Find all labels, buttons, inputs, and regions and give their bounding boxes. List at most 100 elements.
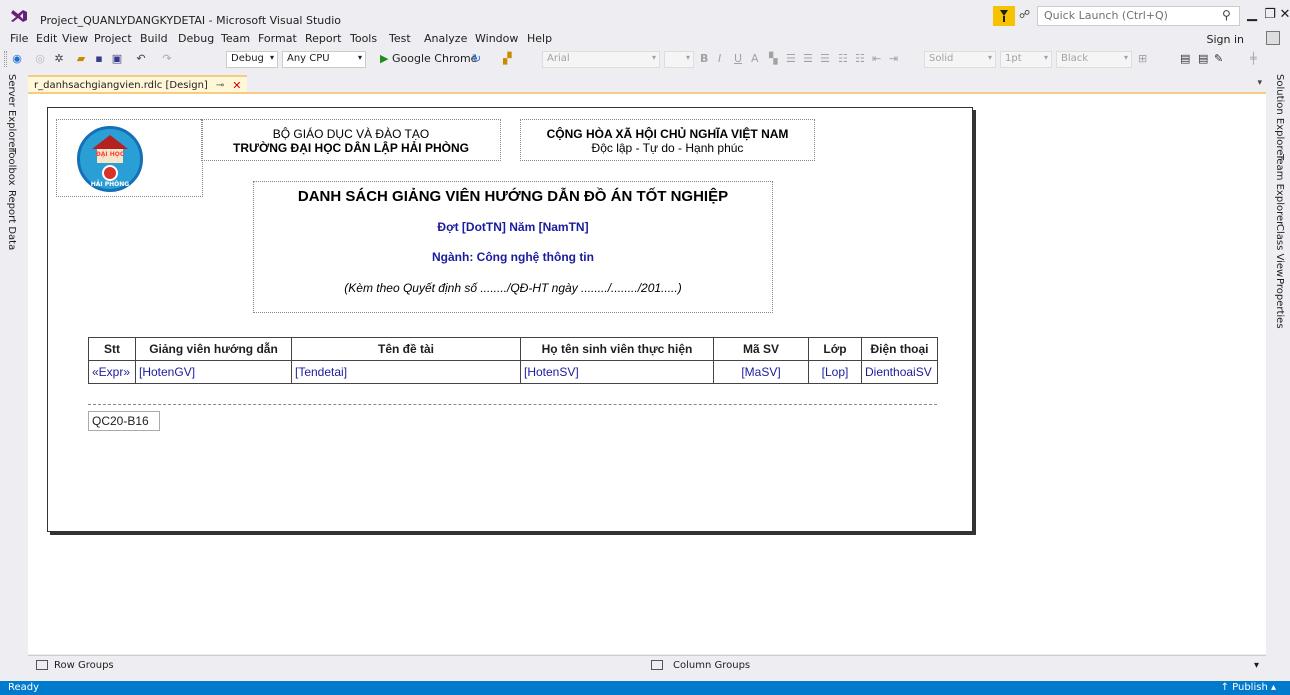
save-all-icon[interactable]: ▣: [110, 52, 124, 66]
republic-header-box[interactable]: CỘNG HÒA XÃ HỘI CHỦ NGHĨA VIỆT NAM Độc l…: [520, 119, 815, 161]
align-right-icon[interactable]: ☰: [820, 52, 830, 65]
bold-icon[interactable]: B: [700, 52, 708, 65]
menu-tools[interactable]: Tools: [350, 32, 377, 45]
grouping-dropdown-icon[interactable]: ▾: [1254, 660, 1259, 671]
team-explorer-tab[interactable]: Team Explorer: [1274, 154, 1285, 225]
report-properties-icon[interactable]: ▤: [1180, 52, 1190, 65]
column-header[interactable]: Điện thoại: [861, 337, 938, 361]
minimize-icon[interactable]: ▁: [1244, 7, 1260, 23]
menu-window[interactable]: Window: [475, 32, 518, 45]
menu-edit[interactable]: Edit: [36, 32, 57, 45]
italic-icon[interactable]: I: [718, 52, 721, 65]
quick-launch-input[interactable]: Quick Launch (Ctrl+Q): [1037, 6, 1240, 26]
font-select[interactable]: Arial ▾: [542, 51, 660, 68]
browser-link-icon[interactable]: ▞: [503, 52, 511, 65]
sign-in-link[interactable]: Sign in: [1206, 33, 1244, 46]
chevron-down-icon: ▾: [685, 53, 690, 62]
refresh-icon[interactable]: ↻: [472, 52, 481, 65]
restore-icon[interactable]: ❐: [1262, 7, 1278, 23]
open-file-icon[interactable]: ▰: [74, 52, 88, 66]
lecturer-table[interactable]: Stt Giảng viên hướng dẫn Tên đề tài Họ t…: [88, 337, 938, 384]
report-data-tab[interactable]: Report Data: [6, 190, 17, 250]
visual-studio-logo-icon: [11, 10, 27, 22]
column-header[interactable]: Họ tên sinh viên thực hiện: [520, 337, 714, 361]
toolbar-grip[interactable]: [4, 51, 7, 67]
column-header[interactable]: Tên đề tài: [291, 337, 521, 361]
save-icon[interactable]: ▪: [92, 52, 106, 66]
server-explorer-tab[interactable]: Server Explorer: [6, 74, 17, 152]
pin-icon[interactable]: ⊸: [216, 80, 224, 91]
menu-build[interactable]: Build: [140, 32, 168, 45]
account-icon[interactable]: [1266, 31, 1280, 45]
row-groups-label[interactable]: Row Groups: [54, 660, 114, 671]
font-color-icon[interactable]: A: [751, 52, 759, 65]
column-header[interactable]: Mã SV: [713, 337, 809, 361]
redo-icon[interactable]: ↷: [160, 52, 174, 66]
solution-explorer-tab[interactable]: Solution Explorer: [1274, 74, 1285, 160]
menu-format[interactable]: Format: [258, 32, 297, 45]
footer-code-textbox[interactable]: QC20-B16: [88, 411, 160, 431]
align-left-icon[interactable]: ☰: [786, 52, 796, 65]
status-bar: Ready ↑ Publish ▴: [0, 681, 1290, 695]
border-width-select[interactable]: 1pt ▾: [1000, 51, 1052, 68]
run-target-button[interactable]: Google Chrome: [392, 52, 477, 65]
school-header-box[interactable]: BỘ GIÁO DỤC VÀ ĐÀO TẠO TRƯỜNG ĐẠI HỌC DÂ…: [201, 119, 501, 161]
class-view-tab[interactable]: Class View: [1274, 224, 1285, 277]
grid-icon[interactable]: ╪: [1250, 52, 1257, 65]
underline-icon[interactable]: U: [734, 52, 742, 65]
bullet-list-icon[interactable]: ☷: [855, 52, 865, 65]
report-tool-icon[interactable]: ✎: [1214, 52, 1223, 65]
numbered-list-icon[interactable]: ☷: [838, 52, 848, 65]
publish-button[interactable]: ↑ Publish ▴: [1221, 682, 1276, 693]
increase-indent-icon[interactable]: ⇥: [889, 52, 898, 65]
background-color-icon[interactable]: ▚: [769, 52, 777, 65]
menu-team[interactable]: Team: [221, 32, 250, 45]
table-cell[interactable]: [HotenGV]: [135, 360, 292, 384]
table-cell[interactable]: [HotenSV]: [520, 360, 714, 384]
close-window-icon[interactable]: ✕: [1277, 7, 1290, 23]
notification-flag-icon[interactable]: [993, 6, 1015, 26]
tab-dropdown-icon[interactable]: ▾: [1257, 78, 1262, 88]
title-block-box[interactable]: DANH SÁCH GIẢNG VIÊN HƯỚNG DẪN ĐỒ ÁN TỐT…: [253, 181, 773, 313]
border-color-select[interactable]: Black ▾: [1056, 51, 1132, 68]
back-icon[interactable]: ◉: [10, 52, 24, 66]
align-center-icon[interactable]: ☰: [803, 52, 813, 65]
report-body[interactable]: ĐẠI HỌC HẢI PHÒNG BỘ GIÁO DỤC VÀ ĐÀO TẠO…: [47, 107, 973, 532]
column-header[interactable]: Lớp: [808, 337, 862, 361]
properties-tab[interactable]: Properties: [1274, 278, 1285, 329]
logo-image-box[interactable]: ĐẠI HỌC HẢI PHÒNG: [56, 119, 203, 197]
table-cell[interactable]: [MaSV]: [713, 360, 809, 384]
menu-project[interactable]: Project: [94, 32, 132, 45]
menu-analyze[interactable]: Analyze: [424, 32, 467, 45]
menu-report[interactable]: Report: [305, 32, 341, 45]
page-header-icon[interactable]: ▤: [1198, 52, 1208, 65]
status-text: Ready: [8, 682, 40, 693]
column-header[interactable]: Stt: [88, 337, 136, 361]
column-header[interactable]: Giảng viên hướng dẫn: [135, 337, 292, 361]
menu-help[interactable]: Help: [527, 32, 552, 45]
column-groups-label[interactable]: Column Groups: [673, 660, 750, 671]
border-style-select[interactable]: Solid ▾: [924, 51, 996, 68]
table-cell[interactable]: DienthoaiSV: [861, 360, 938, 384]
document-tab[interactable]: r_danhsachgiangvien.rdlc [Design] ⊸ ✕: [28, 75, 248, 93]
platform-select[interactable]: Any CPU ▾: [282, 51, 366, 68]
menu-file[interactable]: File: [10, 32, 28, 45]
menu-debug[interactable]: Debug: [178, 32, 214, 45]
menu-test[interactable]: Test: [389, 32, 411, 45]
table-cell[interactable]: «Expr»: [88, 360, 136, 384]
menu-view[interactable]: View: [62, 32, 88, 45]
borders-icon[interactable]: ⊞: [1138, 52, 1147, 65]
table-cell[interactable]: [Tendetai]: [291, 360, 521, 384]
close-icon[interactable]: ✕: [232, 79, 241, 92]
report-heading: DANH SÁCH GIẢNG VIÊN HƯỚNG DẪN ĐỒ ÁN TỐT…: [297, 188, 729, 205]
new-project-icon[interactable]: ✲: [52, 52, 66, 66]
solution-config-select[interactable]: Debug ▾: [226, 51, 278, 68]
decrease-indent-icon[interactable]: ⇤: [872, 52, 881, 65]
font-size-select[interactable]: ▾: [664, 51, 694, 68]
feedback-icon[interactable]: ☍: [1019, 8, 1033, 22]
start-icon[interactable]: ▶: [380, 52, 388, 65]
undo-icon[interactable]: ↶: [134, 52, 148, 66]
forward-icon[interactable]: ◎: [33, 52, 47, 66]
toolbox-tab[interactable]: Toolbox: [6, 148, 17, 186]
table-cell[interactable]: [Lop]: [808, 360, 862, 384]
